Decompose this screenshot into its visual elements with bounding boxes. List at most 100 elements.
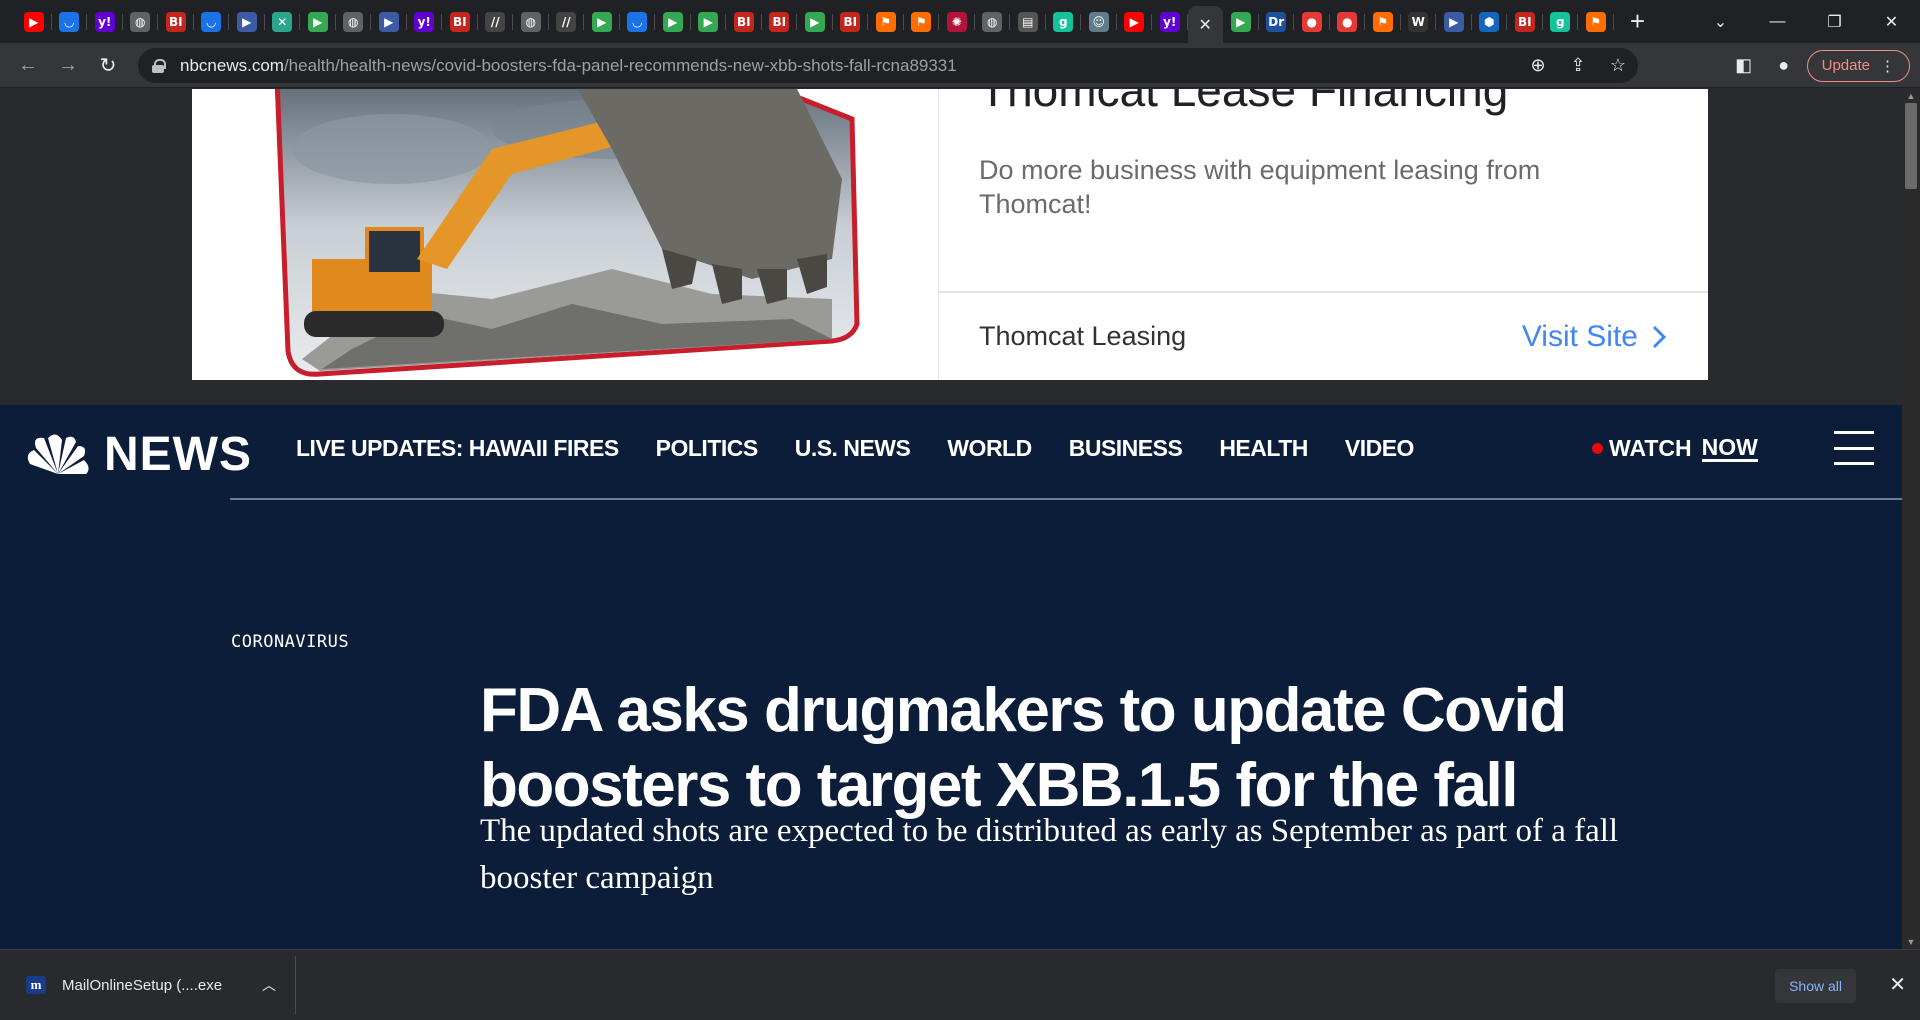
browser-tab[interactable]: ☺	[1081, 0, 1117, 43]
browser-tab[interactable]: ◡	[194, 0, 230, 43]
article-dek: The updated shots are expected to be dis…	[480, 813, 1619, 896]
browser-tab[interactable]: ⚑	[1365, 0, 1401, 43]
hamburger-menu-icon[interactable]	[1834, 431, 1874, 465]
browser-tab[interactable]: ▶	[300, 0, 336, 43]
browser-tab[interactable]: //	[478, 0, 514, 43]
browser-tab[interactable]: ▶	[371, 0, 407, 43]
toolbar-actions: ◧ ● Update ⋮	[1727, 48, 1910, 83]
browser-tab[interactable]: BI	[158, 0, 194, 43]
ad-text-panel[interactable]: Thomcat Lease Financing Do more business…	[938, 89, 1708, 380]
browser-tab[interactable]: ▶	[1436, 0, 1472, 43]
browser-tab[interactable]: ▶	[16, 0, 52, 43]
browser-tab[interactable]: ◍	[336, 0, 372, 43]
play-icon: ▶	[1230, 11, 1251, 32]
nav-link[interactable]: U.S. NEWS	[795, 435, 911, 462]
download-item[interactable]: m MailOnlineSetup (....exe ︿	[0, 956, 296, 1014]
browser-tab[interactable]: ▶	[691, 0, 727, 43]
close-download-bar-icon[interactable]: ✕	[1889, 972, 1906, 997]
browser-tab[interactable]: y!	[1152, 0, 1188, 43]
browser-tab[interactable]: y!	[87, 0, 123, 43]
browser-tab[interactable]: ▶	[655, 0, 691, 43]
tab-search-chevron-icon[interactable]: ⌄	[1692, 0, 1749, 43]
back-button[interactable]: ←	[8, 45, 48, 85]
browser-tab[interactable]: BI	[833, 0, 869, 43]
update-button[interactable]: Update ⋮	[1806, 49, 1910, 82]
browser-tab[interactable]: Dr	[1259, 0, 1295, 43]
browser-tab[interactable]: ✕	[265, 0, 301, 43]
ad-headline[interactable]: Thomcat Lease Financing	[979, 89, 1508, 117]
browser-tab[interactable]: g	[1543, 0, 1579, 43]
browser-tab[interactable]: ▶	[797, 0, 833, 43]
nav-link[interactable]: VIDEO	[1345, 435, 1415, 462]
browser-tab[interactable]: y!	[407, 0, 443, 43]
advertisement[interactable]: Thomcat Lease Financing Do more business…	[192, 89, 1708, 380]
reload-button[interactable]: ↻	[88, 45, 128, 85]
profile-icon[interactable]: ●	[1767, 55, 1801, 76]
browser-tab[interactable]: ▤	[1010, 0, 1046, 43]
lock-icon[interactable]	[152, 58, 166, 73]
browser-tab[interactable]: BI	[442, 0, 478, 43]
ad-image-excavator[interactable]	[192, 89, 938, 380]
browser-tab[interactable]: ▶	[1117, 0, 1153, 43]
browser-tab-active[interactable]: ✕	[1187, 6, 1223, 43]
minimize-button[interactable]: —	[1749, 0, 1806, 43]
browser-tab[interactable]: ⚑	[904, 0, 940, 43]
nbc-news-page: NEWS LIVE UPDATES: HAWAII FIRES POLITICS U…	[0, 405, 1902, 949]
nav-link[interactable]: HEALTH	[1219, 435, 1308, 462]
browser-tab[interactable]: ▶	[584, 0, 620, 43]
browser-tab[interactable]: ▶	[229, 0, 265, 43]
new-tab-button[interactable]: +	[1620, 0, 1656, 43]
address-bar[interactable]: nbcnews.com/health/health-news/covid-boo…	[138, 48, 1638, 83]
close-window-button[interactable]: ✕	[1863, 0, 1920, 43]
browser-tab[interactable]: ⚑	[868, 0, 904, 43]
nbc-news-logo[interactable]: NEWS	[26, 427, 252, 482]
chevron-up-icon[interactable]: ︿	[262, 975, 276, 995]
browser-tab[interactable]: ⚑	[1578, 0, 1614, 43]
close-icon[interactable]: ✕	[1195, 15, 1215, 35]
scroll-down-arrow-icon[interactable]: ▼	[1902, 935, 1920, 949]
browser-tab[interactable]: BI	[1507, 0, 1543, 43]
nav-link[interactable]: POLITICS	[656, 435, 759, 462]
url-text[interactable]: nbcnews.com/health/health-news/covid-boo…	[180, 56, 957, 76]
browser-tab[interactable]: ✺	[939, 0, 975, 43]
browser-tab[interactable]: ●	[1330, 0, 1366, 43]
bookmark-icon: ⚑	[911, 11, 932, 32]
browser-tab[interactable]: BI	[762, 0, 798, 43]
nav-link[interactable]: WORLD	[947, 435, 1032, 462]
nav-link[interactable]: LIVE UPDATES: HAWAII FIRES	[296, 435, 619, 462]
ad-visit-site-link[interactable]: Visit Site	[1522, 320, 1666, 354]
scroll-thumb[interactable]	[1905, 103, 1917, 189]
bookmark-star-icon[interactable]: ☆	[1598, 55, 1638, 76]
zoom-icon[interactable]: ⊕	[1518, 55, 1558, 76]
browser-tab[interactable]: g	[1046, 0, 1082, 43]
browser-tab[interactable]: ◍	[123, 0, 159, 43]
browser-tab[interactable]: ⬢	[1472, 0, 1508, 43]
browser-tab[interactable]: BI	[726, 0, 762, 43]
page-scrollbar[interactable]: ▲ ▼	[1902, 89, 1920, 949]
browser-tab[interactable]: ◡	[620, 0, 656, 43]
podcast-icon: ●	[1337, 11, 1358, 32]
browser-tab[interactable]: //	[549, 0, 585, 43]
update-label: Update	[1821, 57, 1870, 74]
browser-tab[interactable]: ▶	[1223, 0, 1259, 43]
omnibox-actions: ⊕ ⇪ ☆	[1518, 48, 1638, 83]
yahoo-icon: y!	[414, 11, 435, 32]
browser-tab[interactable]: ◡	[52, 0, 88, 43]
browser-tab[interactable]: ●	[1294, 0, 1330, 43]
share-icon[interactable]: ⇪	[1558, 55, 1598, 76]
news-icon: ▤	[1017, 11, 1038, 32]
show-all-downloads-button[interactable]: Show all	[1775, 969, 1856, 1003]
browser-tab[interactable]: ◍	[513, 0, 549, 43]
browser-tab[interactable]: W	[1401, 0, 1437, 43]
scroll-up-arrow-icon[interactable]: ▲	[1902, 89, 1920, 103]
nav-link[interactable]: BUSINESS	[1069, 435, 1183, 462]
restore-button[interactable]: ❐	[1806, 0, 1863, 43]
forward-button[interactable]: →	[48, 45, 88, 85]
browser-toolbar: ← → ↻ nbcnews.com/health/health-news/cov…	[0, 43, 1920, 88]
browser-tab[interactable]: ◍	[975, 0, 1011, 43]
download-file-name[interactable]: MailOnlineSetup (....exe	[62, 977, 262, 994]
article-section-label[interactable]: CORONAVIRUS	[231, 632, 349, 652]
side-panel-icon[interactable]: ◧	[1727, 55, 1761, 76]
tab-list: ▶ ◡ y! ◍ BI ◡ ▶ ✕ ▶ ◍ ▶ y! BI // ◍ // ▶ ◡ ▶ ▶ BI BI ▶ BI ⚑ ⚑ ✺ ◍ ▤ g ☺…	[0, 0, 1614, 43]
watch-now-link[interactable]: WATCH NOW	[1592, 435, 1758, 462]
